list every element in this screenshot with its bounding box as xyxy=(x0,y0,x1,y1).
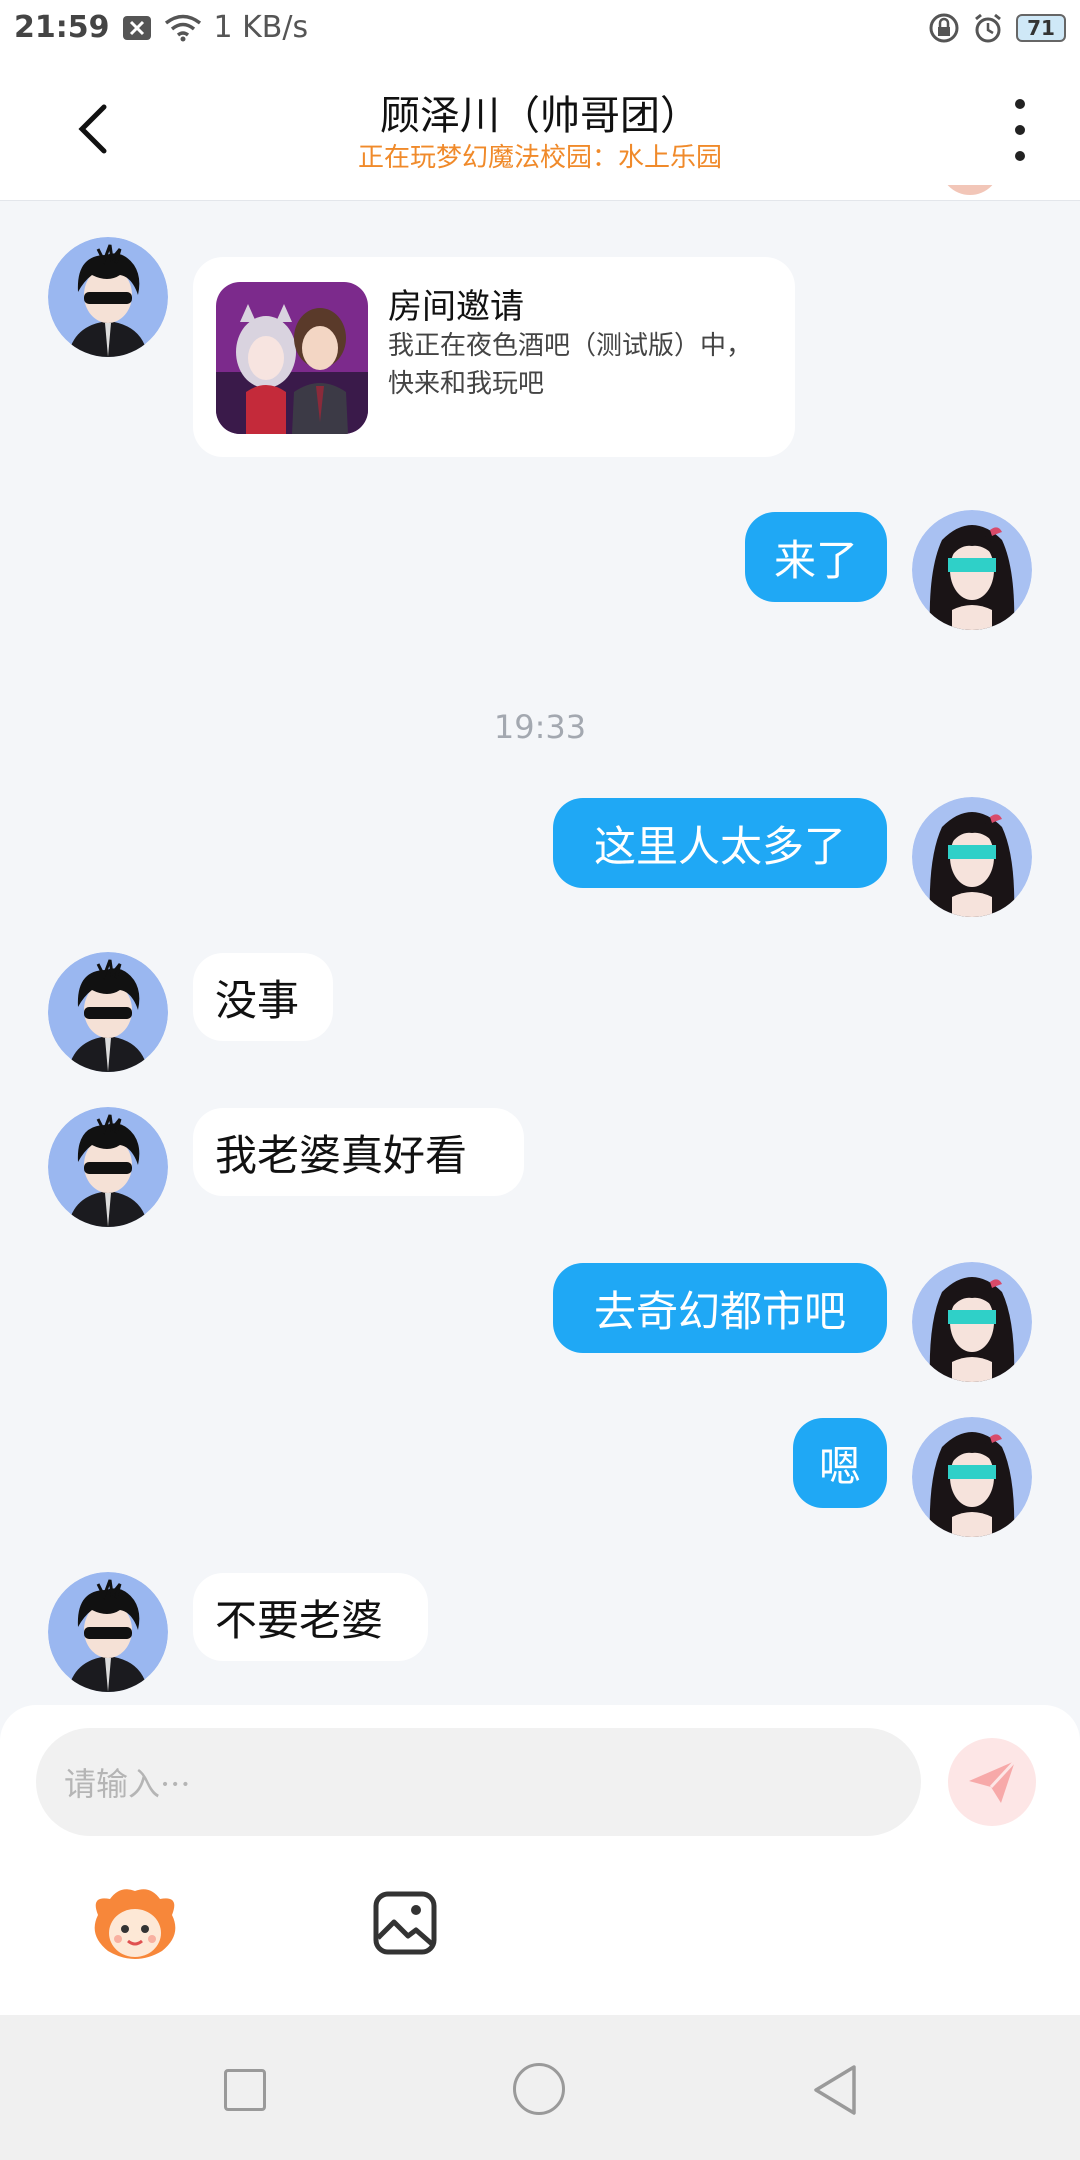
send-button[interactable] xyxy=(948,1738,1036,1826)
message-timestamp: 19:33 xyxy=(493,708,587,746)
system-back-button[interactable] xyxy=(810,2063,860,2117)
wifi-icon xyxy=(164,14,202,42)
status-time: 21:59 xyxy=(14,10,110,45)
message-bubble-outgoing[interactable]: 来了 xyxy=(745,512,887,602)
sticker-button[interactable] xyxy=(90,1885,180,1965)
status-bar: 21:59 1 KB/s 71 xyxy=(0,0,1080,55)
playing-status[interactable]: 正在玩梦幻魔法校园：水上乐园 xyxy=(0,137,1080,174)
lock-rotation-icon xyxy=(928,12,960,44)
message-bubble-outgoing[interactable]: 嗯 xyxy=(793,1418,887,1508)
dot-icon xyxy=(1015,99,1025,109)
my-avatar[interactable] xyxy=(912,1262,1032,1382)
my-avatar[interactable] xyxy=(912,797,1032,917)
chat-header: 顾泽川（帅哥团） 正在玩梦幻魔法校园：水上乐园 xyxy=(0,55,1080,201)
more-menu-button[interactable] xyxy=(1000,95,1040,165)
avatar-partial xyxy=(940,185,1000,205)
triangle-back-icon xyxy=(814,2065,856,2115)
contact-avatar[interactable] xyxy=(48,952,168,1072)
message-bubble-outgoing[interactable]: 去奇幻都市吧 xyxy=(553,1263,887,1353)
battery-icon: 71 xyxy=(1016,13,1066,42)
room-invite-card[interactable]: 房间邀请 我正在夜色酒吧（测试版）中，快来和我玩吧 xyxy=(193,257,795,457)
invite-description: 我正在夜色酒吧（测试版）中，快来和我玩吧 xyxy=(388,331,753,399)
invite-title: 房间邀请 xyxy=(388,287,524,327)
recent-apps-button[interactable] xyxy=(224,2069,266,2111)
message-bubble-outgoing[interactable]: 这里人太多了 xyxy=(553,798,887,888)
image-icon xyxy=(373,1891,437,1955)
message-bubble-incoming[interactable]: 没事 xyxy=(193,953,333,1041)
contact-avatar[interactable] xyxy=(48,237,168,357)
notification-off-icon xyxy=(122,15,152,41)
contact-avatar[interactable] xyxy=(48,1572,168,1692)
send-icon xyxy=(969,1759,1017,1803)
system-nav-bar xyxy=(0,2015,1080,2160)
network-speed: 1 KB/s xyxy=(213,10,309,45)
message-bubble-incoming[interactable]: 不要老婆 xyxy=(193,1573,428,1661)
game-thumbnail xyxy=(216,282,368,434)
page-title: 顾泽川（帅哥团） xyxy=(380,93,700,139)
image-picker-button[interactable] xyxy=(372,1890,438,1956)
contact-avatar[interactable] xyxy=(48,1107,168,1227)
mascot-emoji-icon xyxy=(94,1889,176,1959)
dot-icon xyxy=(1015,125,1025,135)
my-avatar[interactable] xyxy=(912,510,1032,630)
message-composer: 请输入··· xyxy=(0,1705,1080,2015)
dot-icon xyxy=(1015,151,1025,161)
message-bubble-incoming[interactable]: 我老婆真好看 xyxy=(193,1108,524,1196)
message-input[interactable]: 请输入··· xyxy=(36,1728,921,1836)
home-button[interactable] xyxy=(513,2063,565,2115)
my-avatar[interactable] xyxy=(912,1417,1032,1537)
alarm-icon xyxy=(972,12,1004,44)
